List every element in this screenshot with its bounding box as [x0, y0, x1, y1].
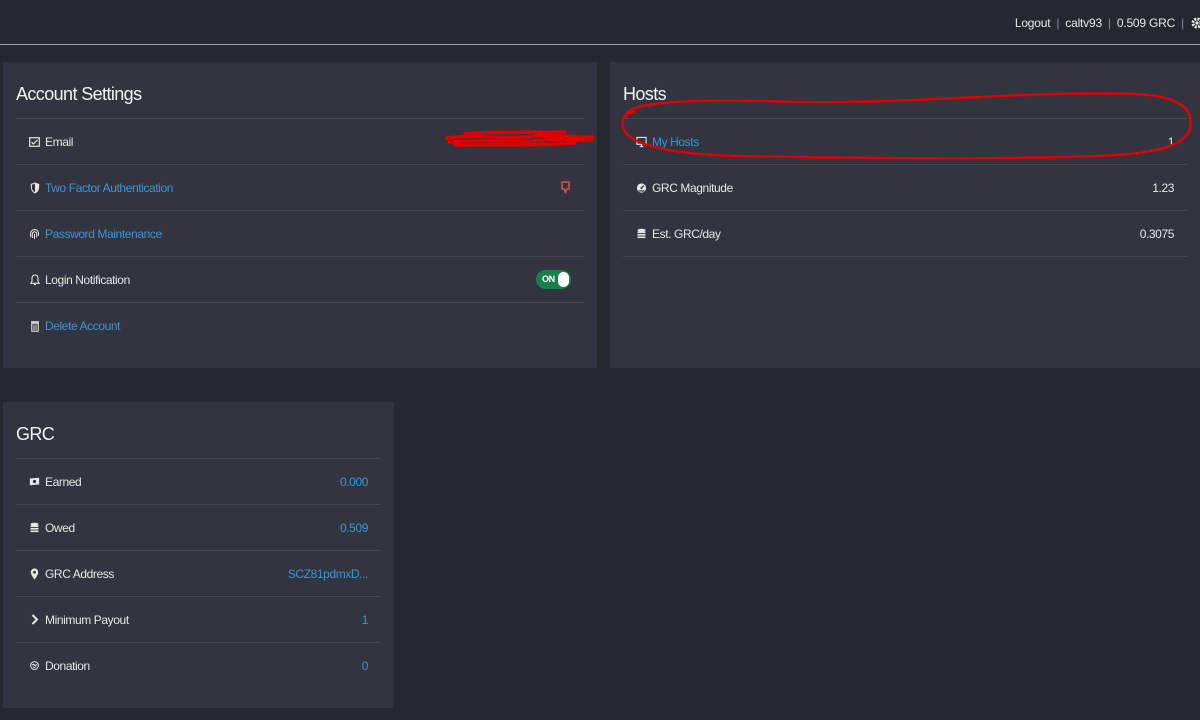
grc-title: GRC — [16, 424, 55, 444]
separator: | — [1107, 16, 1111, 30]
top-nav: Logout | caltv93 | 0.509 GRC | — [1015, 16, 1200, 30]
login-notification-label: Login Notification — [45, 272, 130, 287]
est-grc-day-row: Est. GRC/day 0.3075 — [623, 210, 1187, 256]
handshake-icon — [29, 660, 40, 672]
toggle-knob — [558, 272, 569, 287]
my-hosts-row[interactable]: My Hosts 1 — [623, 118, 1187, 164]
gear-icon[interactable] — [1190, 16, 1200, 30]
disabled-status-icon — [560, 181, 571, 194]
grc-address-value[interactable]: SCZ81pdmxD... — [288, 567, 369, 581]
login-notification-toggle[interactable]: ON — [536, 270, 571, 289]
minimum-payout-row: Minimum Payout 1 — [16, 596, 381, 642]
coins-icon — [636, 228, 647, 240]
hosts-panel: Hosts My Hosts 1 GRC Magnitude 1.23 Est.… — [610, 62, 1200, 368]
login-notification-row: Login Notification ON — [16, 256, 584, 302]
monitor-icon — [636, 136, 647, 148]
owed-value[interactable]: 0.509 — [340, 521, 368, 535]
account-settings-title: Account Settings — [16, 84, 142, 104]
est-grc-day-value: 0.3075 — [1139, 226, 1175, 241]
grc-magnitude-row: GRC Magnitude 1.23 — [623, 164, 1187, 210]
separator: | — [1181, 16, 1184, 30]
redaction-scribble — [445, 130, 595, 147]
separator: | — [1056, 16, 1060, 30]
coins-icon — [29, 522, 40, 534]
donation-value[interactable]: 0 — [362, 659, 369, 673]
owed-row: Owed 0.509 — [16, 504, 381, 550]
my-hosts-link[interactable]: My Hosts — [652, 135, 699, 149]
email-label: Email — [45, 134, 74, 149]
account-settings-panel: Account Settings Email Two Factor Authen… — [3, 62, 597, 368]
minimum-payout-label: Minimum Payout — [45, 612, 129, 627]
money-bill-icon — [29, 476, 40, 488]
earned-value[interactable]: 0.000 — [340, 475, 368, 489]
top-bar: Logout | caltv93 | 0.509 GRC | — [0, 0, 1200, 45]
donation-row: Donation 0 — [16, 642, 381, 688]
balance-text: 0.509 GRC — [1116, 16, 1176, 30]
bell-icon — [29, 273, 40, 286]
grc-panel: GRC Earned 0.000 Owed 0.509 GRC Address … — [3, 402, 394, 708]
two-factor-row[interactable]: Two Factor Authentication — [16, 164, 584, 210]
owed-label: Owed — [45, 520, 75, 535]
password-maintenance-link[interactable]: Password Maintenance — [45, 227, 162, 241]
delete-account-link[interactable]: Delete Account — [45, 319, 121, 333]
my-hosts-count: 1 — [1167, 134, 1175, 149]
map-marker-icon — [29, 568, 40, 580]
minimum-payout-value[interactable]: 1 — [362, 613, 369, 627]
grc-magnitude-label: GRC Magnitude — [652, 180, 733, 195]
toggle-state-text: ON — [542, 274, 555, 284]
shield-icon — [29, 182, 40, 194]
donation-label: Donation — [45, 658, 90, 673]
hosts-title: Hosts — [623, 84, 667, 104]
delete-account-row[interactable]: Delete Account — [16, 302, 584, 348]
grc-magnitude-value: 1.23 — [1152, 180, 1174, 195]
envelope-check-icon — [29, 136, 40, 148]
grc-address-row: GRC Address SCZ81pdmxD... — [16, 550, 381, 596]
trash-icon — [29, 320, 40, 332]
est-grc-day-label: Est. GRC/day — [652, 226, 721, 241]
username-link[interactable]: caltv93 — [1065, 16, 1102, 30]
chevron-right-icon — [29, 614, 40, 626]
two-factor-link[interactable]: Two Factor Authentication — [45, 181, 173, 195]
earned-label: Earned — [45, 474, 82, 489]
earned-row: Earned 0.000 — [16, 458, 381, 504]
fingerprint-icon — [29, 228, 40, 240]
grc-address-label: GRC Address — [45, 566, 114, 581]
password-row[interactable]: Password Maintenance — [16, 210, 584, 256]
logout-link[interactable]: Logout — [1015, 16, 1051, 30]
dashboard-gauge-icon — [636, 182, 647, 194]
